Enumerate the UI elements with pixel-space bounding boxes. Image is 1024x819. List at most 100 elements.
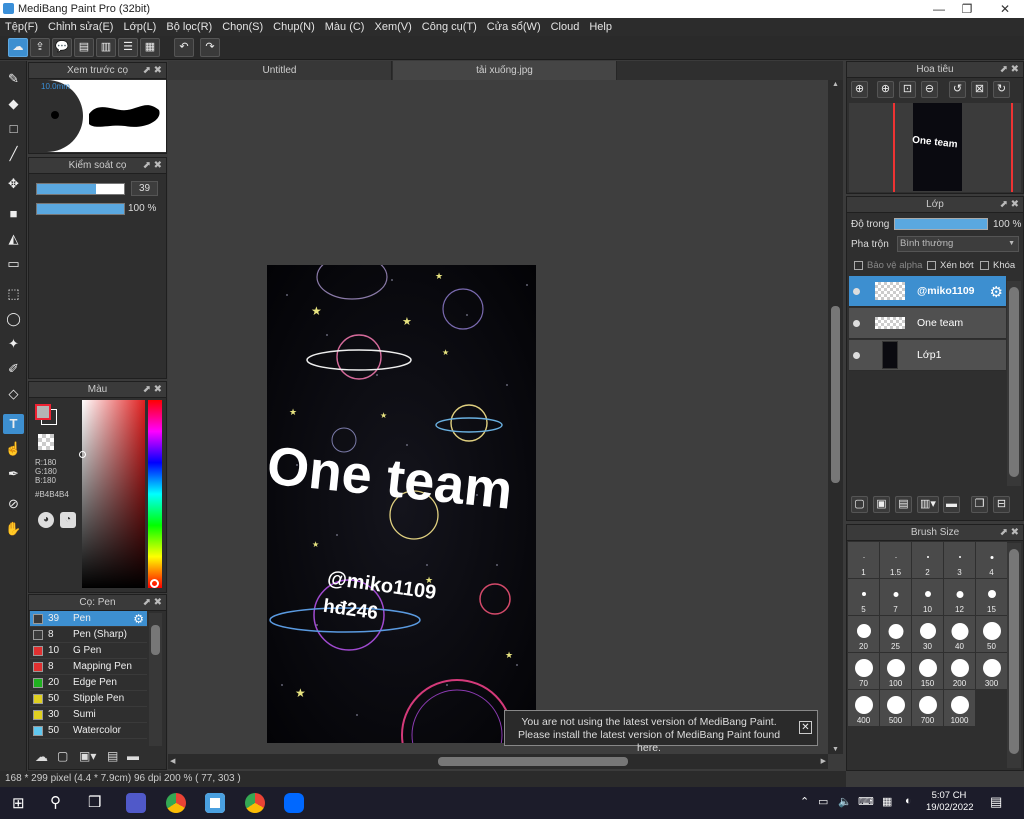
brush-size-preset[interactable]: 100 xyxy=(880,653,911,689)
zoom-in-2-icon[interactable]: ⊕ xyxy=(877,81,894,98)
visibility-icon[interactable] xyxy=(853,352,860,359)
layer-folder-icon[interactable]: ▬ xyxy=(943,496,960,513)
popout-icon[interactable]: ⬈ xyxy=(1000,62,1008,78)
hue-slider[interactable] xyxy=(148,400,162,588)
select-rect-tool-icon[interactable]: ⬚ xyxy=(3,284,24,304)
undo-icon[interactable]: ↶ xyxy=(174,38,194,57)
menu-window[interactable]: Cửa sổ(W) xyxy=(482,21,546,33)
brush-list-item[interactable]: 20 Edge Pen xyxy=(30,675,147,691)
new-brush-icon[interactable]: ▢ xyxy=(57,749,68,763)
teams-icon[interactable] xyxy=(126,793,146,813)
visibility-icon[interactable] xyxy=(853,288,860,295)
speech-icon[interactable]: ▤ xyxy=(74,38,94,57)
menu-edit[interactable]: Chỉnh sửa(E) xyxy=(43,21,118,33)
brush-size-preset[interactable]: 5 xyxy=(848,579,879,615)
layer-item-layer1[interactable]: Lớp1 xyxy=(849,340,1006,371)
tab-untitled[interactable]: Untitled xyxy=(168,61,392,80)
add-brush-menu-icon[interactable]: ▣▾ xyxy=(79,749,96,763)
brush-size-preset[interactable]: 4 xyxy=(976,542,1007,578)
restore-icon[interactable]: ❐ xyxy=(950,0,984,18)
brush-size-preset[interactable]: 700 xyxy=(912,690,943,726)
rotate-right-icon[interactable]: ↻ xyxy=(993,81,1010,98)
brush-list-item[interactable]: 30 Sumi xyxy=(30,707,147,723)
canvas-vertical-scrollbar[interactable]: ▲ ▼ xyxy=(828,80,843,754)
panel-close-icon[interactable]: ✖ xyxy=(154,63,162,79)
chrome-profile-icon[interactable] xyxy=(245,793,265,813)
menu-help[interactable]: Help xyxy=(584,21,617,33)
menu-color[interactable]: Màu (C) xyxy=(320,21,370,33)
panel-close-icon[interactable]: ✖ xyxy=(154,158,162,174)
search-icon[interactable]: ⚲ xyxy=(50,793,61,811)
palette-edit-icon[interactable]: ◔ xyxy=(60,512,76,528)
popout-icon[interactable]: ⬈ xyxy=(143,158,151,174)
brush-size-preset[interactable]: 15 xyxy=(976,579,1007,615)
reset-view-icon[interactable]: ⊠ xyxy=(971,81,988,98)
brush-list-item[interactable]: 50 Stipple Pen xyxy=(30,691,147,707)
brush-size-preset[interactable]: 50 xyxy=(976,616,1007,652)
fit-icon[interactable]: ⊡ xyxy=(899,81,916,98)
brush-settings-icon[interactable]: ▤ xyxy=(107,749,118,763)
palette-icon[interactable]: ◕ xyxy=(38,512,54,528)
brush-size-preset[interactable]: 3 xyxy=(944,542,975,578)
list-icon[interactable]: ☰ xyxy=(118,38,138,57)
comment-icon[interactable]: 💬 xyxy=(52,38,72,57)
brush-list-scrollbar[interactable] xyxy=(149,613,162,748)
popout-icon[interactable]: ⬈ xyxy=(1000,525,1008,541)
hand-tool-icon[interactable]: ✋ xyxy=(3,519,24,539)
chrome-icon[interactable] xyxy=(166,793,186,813)
tray-chevron-icon[interactable]: ⌃ xyxy=(800,795,809,808)
brush-settings-gear-icon[interactable]: ⚙ xyxy=(133,611,144,627)
transparent-color-swatch[interactable] xyxy=(38,434,54,450)
visibility-icon[interactable] xyxy=(853,320,860,327)
gradient-tool-icon[interactable]: ▭ xyxy=(3,254,24,274)
menu-filter[interactable]: Bộ lọc(R) xyxy=(161,21,217,33)
brush-size-scrollbar[interactable] xyxy=(1007,543,1021,768)
new-layer-icon[interactable]: ▢ xyxy=(851,496,868,513)
clipping-checkbox[interactable] xyxy=(927,261,936,270)
move-tool-icon[interactable]: ✥ xyxy=(3,174,24,194)
brush-list-item[interactable]: 39 Pen ⚙ xyxy=(30,611,147,627)
artwork-canvas[interactable]: ★ ★ ★ ★ ★ ★ ★ ★ ★ ★ One team @miko1109 hđ246 xyxy=(267,265,536,743)
panel-close-icon[interactable]: ✖ xyxy=(1011,197,1019,213)
scroll-right-icon[interactable]: ▶ xyxy=(821,757,826,765)
close-icon[interactable]: ✕ xyxy=(988,0,1022,18)
brush-size-preset[interactable]: 300 xyxy=(976,653,1007,689)
scroll-down-icon[interactable]: ▼ xyxy=(832,746,839,753)
layer-item-one-team[interactable]: One team xyxy=(849,308,1006,339)
add-brush-cloud-icon[interactable]: ☁ xyxy=(35,749,48,765)
select-pen-tool-icon[interactable]: ✐ xyxy=(3,359,24,379)
eyedropper-tool-icon[interactable]: ⊘ xyxy=(3,494,24,514)
cloud-icon[interactable]: ☁ xyxy=(8,38,28,57)
fill-rect-tool-icon[interactable]: ■ xyxy=(3,204,24,224)
brush-list-item[interactable]: 8 Mapping Pen xyxy=(30,659,147,675)
brush-size-preset[interactable]: 10 xyxy=(912,579,943,615)
redo-icon[interactable]: ↷ xyxy=(200,38,220,57)
saturation-value-picker[interactable] xyxy=(79,400,145,588)
menu-layer[interactable]: Lớp(L) xyxy=(118,21,161,33)
brush-size-preset[interactable]: 20 xyxy=(848,616,879,652)
brush-size-preset[interactable]: 200 xyxy=(944,653,975,689)
shape-tool-icon[interactable]: □ xyxy=(3,119,24,139)
lasso-tool-icon[interactable]: ◯ xyxy=(3,309,24,329)
panel-icon[interactable]: ▦ xyxy=(140,38,160,57)
notice-close-icon[interactable]: ✕ xyxy=(799,721,812,734)
navigator-preview[interactable]: One team xyxy=(849,103,1021,192)
layer-settings-gear-icon[interactable]: ⚙ xyxy=(990,283,1003,301)
blend-mode-select[interactable]: Bình thường ▼ xyxy=(897,236,1019,252)
add-layer-menu-icon[interactable]: ▥▾ xyxy=(917,496,939,513)
panel-close-icon[interactable]: ✖ xyxy=(154,595,162,611)
layers-scrollbar[interactable] xyxy=(1007,281,1021,486)
new-1bit-layer-icon[interactable]: ▤ xyxy=(895,496,912,513)
zoom-in-icon[interactable]: ⊕ xyxy=(851,81,868,98)
size-slider[interactable] xyxy=(36,183,125,195)
popout-icon[interactable]: ⬈ xyxy=(143,63,151,79)
bucket-tool-icon[interactable]: ◭ xyxy=(3,229,24,249)
line-tool-icon[interactable]: ╱ xyxy=(3,144,24,164)
brush-size-preset[interactable]: 30 xyxy=(912,616,943,652)
blur-tool-icon[interactable]: ✒ xyxy=(3,464,24,484)
select-eraser-tool-icon[interactable]: ◇ xyxy=(3,384,24,404)
popout-icon[interactable]: ⬈ xyxy=(143,595,151,611)
brush-size-preset[interactable]: 1000 xyxy=(944,690,975,726)
duplicate-layer-icon[interactable]: ❐ xyxy=(971,496,988,513)
medibang-taskbar-icon[interactable] xyxy=(205,793,225,813)
